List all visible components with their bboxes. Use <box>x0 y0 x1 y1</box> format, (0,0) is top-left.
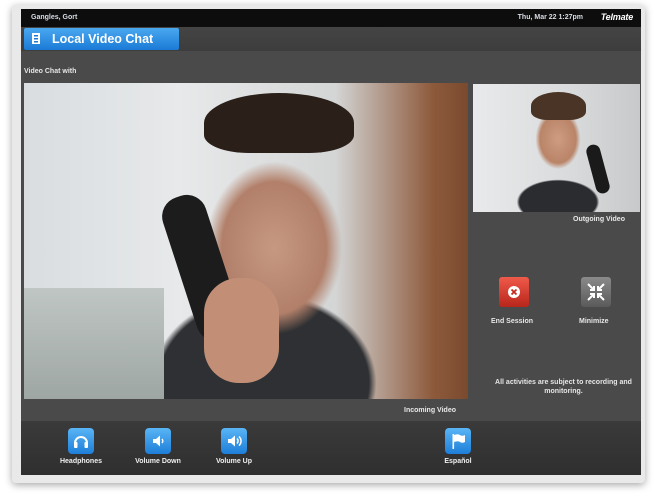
person-hand <box>204 278 279 383</box>
outgoing-video-label: Outgoing Video <box>573 216 625 223</box>
volume-up-button[interactable] <box>221 428 247 454</box>
minimize-label: Minimize <box>579 318 609 325</box>
person-hair <box>531 92 586 120</box>
headphones-button[interactable] <box>68 428 94 454</box>
language-button[interactable] <box>445 428 471 454</box>
person-hair <box>204 93 354 153</box>
language-label: Español <box>444 458 472 465</box>
headphones-label: Headphones <box>59 458 102 465</box>
status-bar: Gangles, Gort Thu, Mar 22 1:27pm Telmate <box>21 9 641 27</box>
date-time: Thu, Mar 22 1:27pm <box>517 14 583 21</box>
volume-down-button[interactable] <box>145 428 171 454</box>
volume-up-label: Volume Up <box>215 458 253 465</box>
background-window <box>24 288 164 399</box>
incoming-video-label: Incoming Video <box>404 407 456 414</box>
flag-icon <box>452 434 465 449</box>
volume-down-icon <box>153 435 164 447</box>
outgoing-video <box>473 84 640 212</box>
headphones-icon <box>74 436 88 448</box>
phone-handset <box>584 143 612 195</box>
minimize-arrows-icon <box>587 283 605 301</box>
incoming-video <box>24 83 468 399</box>
page-title: Local Video Chat <box>52 32 154 46</box>
volume-up-icon <box>228 435 242 447</box>
monitoring-notice: All activities are subject to recording … <box>495 379 632 395</box>
volume-down-label: Volume Down <box>135 458 181 465</box>
close-icon <box>508 286 520 298</box>
brand-logo: Telmate <box>600 12 633 22</box>
title-tab: Local Video Chat <box>24 28 179 50</box>
end-session-button[interactable] <box>499 277 529 307</box>
minimize-button[interactable] <box>581 277 611 307</box>
user-name: Gangles, Gort <box>31 14 78 21</box>
end-session-label: End Session <box>491 318 534 325</box>
title-bar: Local Video Chat <box>21 27 641 51</box>
video-chat-screen: Gangles, Gort Thu, Mar 22 1:27pm Telmate… <box>21 9 641 475</box>
bottom-toolbar: Headphones Volume Down Volume Up Español <box>21 421 641 475</box>
video-chat-with-label: Video Chat with <box>24 68 77 75</box>
menu-icon <box>32 33 40 44</box>
